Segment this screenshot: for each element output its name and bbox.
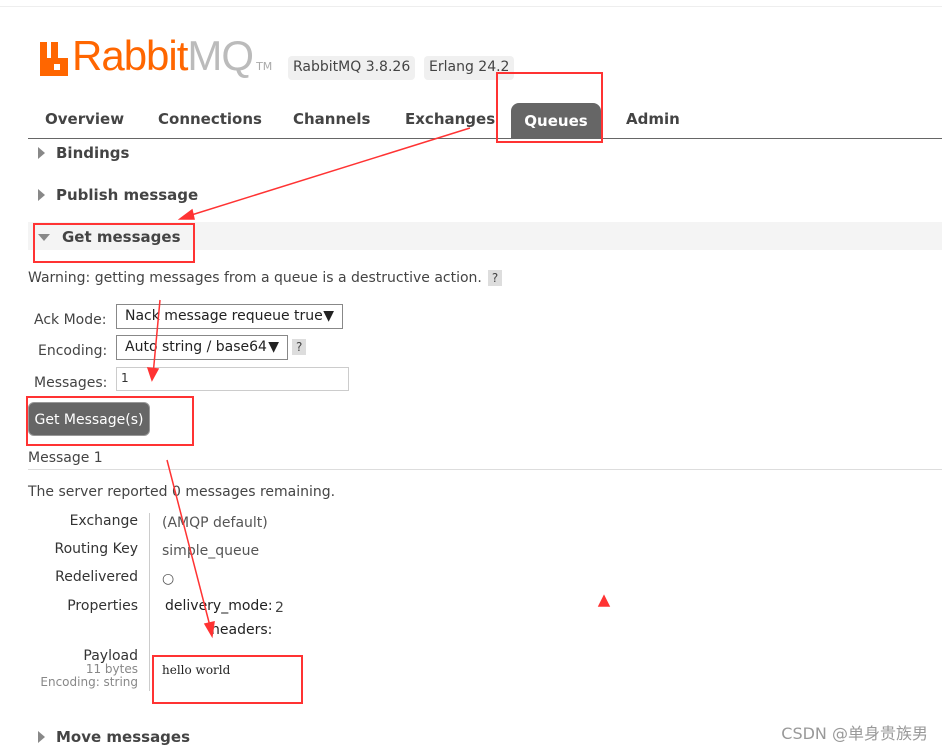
annotation-box xyxy=(26,396,194,446)
annotation-box xyxy=(152,655,303,704)
annotation-arrow xyxy=(152,299,161,376)
watermark: CSDN @单身贵族男 xyxy=(781,724,928,743)
annotation-overlay xyxy=(26,72,611,704)
annotation-arrow xyxy=(166,459,212,631)
annotation-box xyxy=(496,72,603,143)
annotation-arrow xyxy=(184,127,471,218)
annotation-box xyxy=(33,223,195,263)
annotation-triangle xyxy=(597,594,611,607)
